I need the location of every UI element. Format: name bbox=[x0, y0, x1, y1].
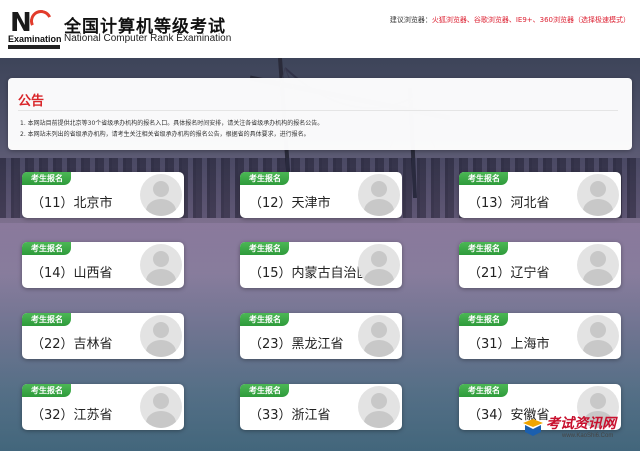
kaoshi-watermark-logo: 考试资讯网 www.KaoShi6.Com bbox=[522, 411, 634, 445]
user-avatar-icon bbox=[358, 174, 400, 216]
register-tag: 考生报名 bbox=[240, 313, 289, 326]
browser-recommendation: 建议浏览器：火狐浏览器、谷歌浏览器、IE9+、360浏览器（选择极速模式） bbox=[390, 15, 630, 25]
province-card[interactable]: 考生报名 （33）浙江省 bbox=[240, 384, 402, 430]
user-avatar-icon bbox=[358, 244, 400, 286]
notice-item: 2. 本网站未列出的省级承办机构，请考生关注相关省级承办机构的报名公告，根据省的… bbox=[20, 131, 310, 138]
register-tag: 考生报名 bbox=[459, 384, 508, 397]
province-label: （22）吉林省 bbox=[31, 337, 113, 352]
province-card[interactable]: 考生报名 （12）天津市 bbox=[240, 172, 402, 218]
province-card[interactable]: 考生报名 （22）吉林省 bbox=[22, 313, 184, 359]
register-tag: 考生报名 bbox=[240, 384, 289, 397]
browser-tip-label: 建议浏览器： bbox=[389, 16, 432, 24]
logo-bar bbox=[8, 45, 60, 49]
user-avatar-icon bbox=[140, 244, 182, 286]
register-tag: 考生报名 bbox=[240, 242, 289, 255]
logo-word: Examination bbox=[8, 34, 62, 44]
user-avatar-icon bbox=[140, 386, 182, 428]
province-label: （31）上海市 bbox=[468, 337, 550, 352]
register-tag: 考生报名 bbox=[22, 313, 71, 326]
province-label: （13）河北省 bbox=[468, 196, 550, 211]
notice-panel: 公告 1. 本网站目前提供北京等30个省级承办机构的报名入口。具体报名时间安排，… bbox=[8, 78, 632, 150]
book-icon bbox=[523, 419, 543, 436]
province-label: （21）辽宁省 bbox=[468, 266, 550, 281]
province-card[interactable]: 考生报名 （11）北京市 bbox=[22, 172, 184, 218]
province-label: （12）天津市 bbox=[249, 196, 331, 211]
register-tag: 考生报名 bbox=[459, 242, 508, 255]
province-card[interactable]: 考生报名 （21）辽宁省 bbox=[459, 242, 621, 288]
user-avatar-icon bbox=[577, 174, 619, 216]
watermark-title: 考试资讯网 bbox=[546, 416, 616, 432]
register-tag: 考生报名 bbox=[22, 172, 71, 185]
user-avatar-icon bbox=[140, 315, 182, 357]
notice-divider bbox=[18, 110, 618, 111]
province-card[interactable]: 考生报名 （13）河北省 bbox=[459, 172, 621, 218]
register-tag: 考生报名 bbox=[22, 242, 71, 255]
notice-title: 公告 bbox=[18, 94, 45, 109]
site-subtitle: National Computer Rank Examination bbox=[64, 33, 232, 44]
register-tag: 考生报名 bbox=[459, 172, 508, 185]
user-avatar-icon bbox=[358, 386, 400, 428]
province-label: （11）北京市 bbox=[31, 196, 113, 211]
province-label: （23）黑龙江省 bbox=[249, 337, 344, 352]
province-label: （32）江苏省 bbox=[31, 408, 113, 423]
watermark-url: www.KaoShi6.Com bbox=[562, 433, 614, 439]
province-card[interactable]: 考生报名 （31）上海市 bbox=[459, 313, 621, 359]
province-label: （33）浙江省 bbox=[249, 408, 331, 423]
province-label: （15）内蒙古自治区 bbox=[249, 266, 370, 281]
province-card[interactable]: 考生报名 （32）江苏省 bbox=[22, 384, 184, 430]
logo-arc-icon bbox=[26, 6, 56, 36]
browser-tip-list: 火狐浏览器、谷歌浏览器、IE9+、360浏览器（选择极速模式） bbox=[431, 16, 630, 24]
province-label: （14）山西省 bbox=[31, 266, 113, 281]
register-tag: 考生报名 bbox=[240, 172, 289, 185]
user-avatar-icon bbox=[140, 174, 182, 216]
user-avatar-icon bbox=[358, 315, 400, 357]
register-tag: 考生报名 bbox=[459, 313, 508, 326]
province-card[interactable]: 考生报名 （15）内蒙古自治区 bbox=[240, 242, 402, 288]
user-avatar-icon bbox=[577, 315, 619, 357]
register-tag: 考生报名 bbox=[22, 384, 71, 397]
province-card[interactable]: 考生报名 （14）山西省 bbox=[22, 242, 184, 288]
user-avatar-icon bbox=[577, 244, 619, 286]
ncre-logo[interactable]: N Examination bbox=[8, 6, 62, 50]
notice-item: 1. 本网站目前提供北京等30个省级承办机构的报名入口。具体报名时间安排，请关注… bbox=[20, 120, 324, 127]
province-card[interactable]: 考生报名 （23）黑龙江省 bbox=[240, 313, 402, 359]
site-header: N Examination 全国计算机等级考试 National Compute… bbox=[0, 0, 640, 58]
